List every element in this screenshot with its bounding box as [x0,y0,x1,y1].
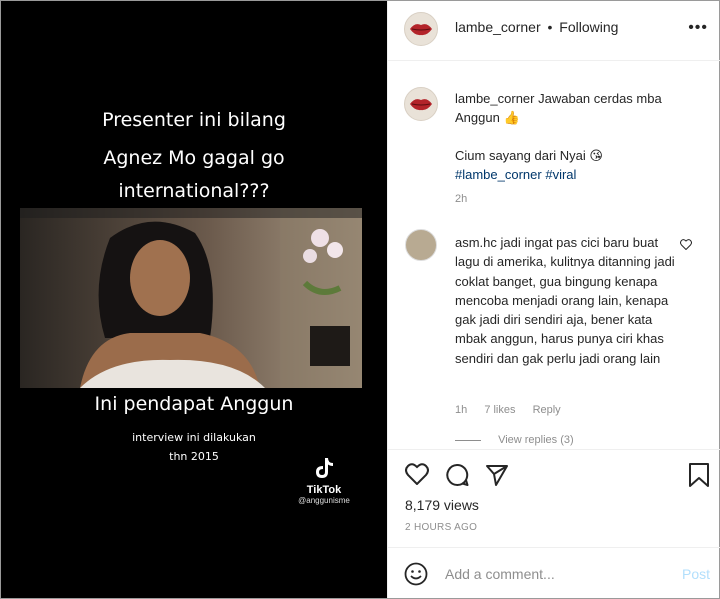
headline-line-2: Agnez Mo gagal go [103,147,285,169]
heart-icon [405,463,429,486]
save-button[interactable] [688,462,710,493]
replies-divider [455,439,481,441]
bookmark-icon [689,463,709,487]
posted-time[interactable]: 2 HOURS AGO [405,522,477,533]
caption-time[interactable]: 2h [455,193,467,205]
kiss-emoji: 😘 [589,148,603,163]
caption-avatar[interactable] [404,87,438,121]
caption-username[interactable]: lambe_corner [455,91,535,106]
post-header: lambe_corner • Following ••• [388,1,720,61]
comment-body: asm.hc jadi ingat pas cici baru buat lag… [455,233,680,368]
hashtag-viral[interactable]: #viral [545,167,576,182]
comment-text: jadi ingat pas cici baru buat lagu di am… [455,235,675,366]
view-replies-label[interactable]: View replies (3) [498,434,574,446]
tiktok-icon [316,458,333,478]
views-count[interactable]: 8,179 views [405,497,479,513]
comment-button[interactable] [445,463,469,492]
hashtag-lambe-corner[interactable]: #lambe_corner [455,167,542,182]
post-details-panel: lambe_corner • Following ••• lambe_corne… [387,1,720,598]
smiley-icon [404,562,428,586]
lips-logo-icon [410,24,432,36]
avatar[interactable] [404,12,438,46]
tiktok-handle: @anggunisme [298,496,350,505]
header-separator: • [547,19,553,35]
video-player[interactable]: Presenter ini bilang Agnez Mo gagal go i… [1,1,387,598]
comment-input[interactable]: Add a comment... [445,566,555,582]
post-caption: lambe_corner Jawaban cerdas mba Anggun 👍… [455,89,695,184]
post-comment-button[interactable]: Post [682,566,710,582]
emoji-button[interactable] [404,562,428,591]
header-user-line: lambe_corner • Following [455,19,618,35]
comment-meta: 1h 7 likes Reply [455,404,575,416]
add-comment-bar: Add a comment... Post [388,547,720,598]
like-button[interactable] [405,463,429,490]
thumbs-up-emoji: 👍 [503,110,520,125]
lips-logo-icon [410,99,432,111]
comment-bubble-icon [446,463,469,486]
tiktok-watermark: TikTok @anggunisme [289,457,359,505]
more-horizontal-icon[interactable]: ••• [688,19,708,37]
paper-plane-icon [486,465,508,486]
note-line-1: interview ini dilakukan [132,431,256,444]
interview-scene [20,208,362,388]
view-replies[interactable]: View replies (3) [455,434,574,446]
comment-like-button[interactable] [680,237,692,255]
interview-still-image [20,208,362,388]
comment-time[interactable]: 1h [455,404,467,416]
comment-reply-button[interactable]: Reply [533,404,561,416]
video-subtitle: Ini pendapat Anggun [94,393,294,415]
comment-username[interactable]: asm.hc [455,235,497,250]
tiktok-label: TikTok [306,484,342,496]
caption-line-2: Cium sayang dari Nyai [455,148,586,163]
follow-status-button[interactable]: Following [559,19,618,35]
header-username[interactable]: lambe_corner [455,19,541,35]
headline-line-1: Presenter ini bilang [102,109,286,131]
comment-likes[interactable]: 7 likes [484,404,515,416]
heart-icon [680,239,692,251]
headline-line-3: international??? [118,180,270,202]
comment-avatar[interactable] [405,229,437,261]
action-bar-divider [388,449,720,450]
share-button[interactable] [485,463,509,492]
